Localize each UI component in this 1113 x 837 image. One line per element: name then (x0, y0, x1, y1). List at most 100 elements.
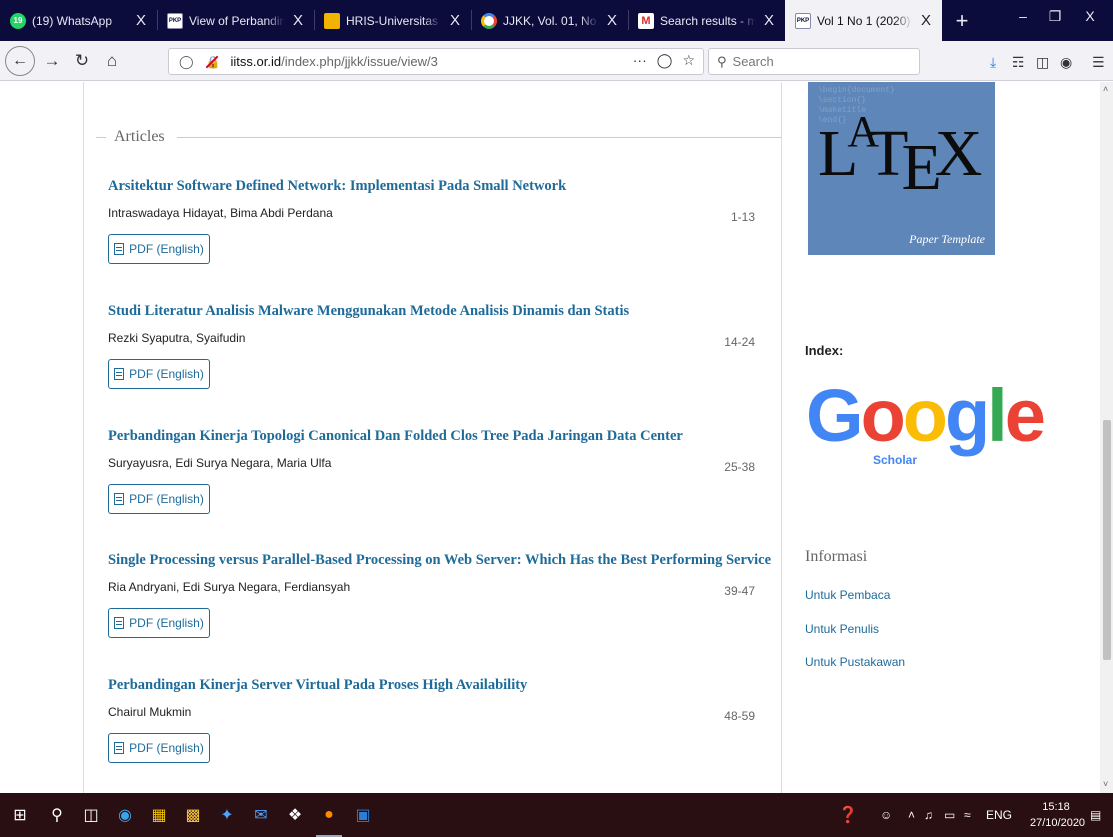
menu-icon[interactable]: ☰ (1092, 54, 1105, 71)
word-icon[interactable]: ▣ (346, 793, 380, 837)
tab-title: (19) WhatsApp (32, 13, 113, 28)
bolt-app-icon[interactable]: ✦ (210, 793, 244, 837)
article-authors: Ria Andryani, Edi Surya Negara, Ferdians… (108, 580, 351, 594)
tab-hris[interactable]: HRIS-Universitas Bina Darma X (314, 0, 471, 41)
close-icon[interactable]: X (760, 12, 778, 29)
scholar-label: Scholar (873, 453, 918, 467)
tab-title: Vol 1 No 1 (2020): Jurnal Jaringan (817, 13, 913, 28)
home-icon[interactable]: ⌂ (97, 46, 127, 76)
article-item: Perbandingan Kinerja Server Virtual Pada… (108, 677, 768, 763)
tab-view-of-perbandingan[interactable]: PKP View of Perbandingan Kinerja X (157, 0, 314, 41)
link-untuk-penulis[interactable]: Untuk Penulis (805, 622, 879, 636)
tab-vol1-jurnal[interactable]: PKP Vol 1 No 1 (2020): Jurnal Jaringan X (785, 0, 942, 41)
article-title-link[interactable]: Perbandingan Kinerja Topologi Canonical … (108, 428, 768, 445)
article-pages: 25-38 (724, 460, 755, 474)
account-icon[interactable]: ◉ (1060, 54, 1072, 71)
pdf-english-button[interactable]: PDF (English) (108, 608, 210, 638)
language-indicator[interactable]: ENG (986, 793, 1012, 837)
tab-jjkk[interactable]: JJKK, Vol. 01, No. 01, Februari X (471, 0, 628, 41)
page-scrollbar[interactable]: ˄ ˅ (1100, 82, 1113, 793)
link-untuk-pembaca[interactable]: Untuk Pembaca (805, 588, 890, 602)
article-pages: 48-59 (724, 709, 755, 723)
browser-tab-strip: 19 (19) WhatsApp X PKP View of Perbandin… (0, 0, 1113, 41)
section-label: Articles (114, 128, 165, 145)
page-actions-icon[interactable]: ··· (633, 52, 647, 69)
notification-icon[interactable]: ▤ (1090, 793, 1101, 837)
article-title-link[interactable]: Perbandingan Kinerja Server Virtual Pada… (108, 677, 768, 694)
wifi-icon[interactable]: ≈ (964, 793, 971, 837)
pdf-document-icon (114, 617, 125, 629)
article-pages: 1-13 (730, 210, 755, 224)
people-icon[interactable]: ☺ (880, 793, 892, 837)
article-title-link[interactable]: Studi Literatur Analisis Malware Menggun… (108, 303, 768, 320)
address-bar[interactable]: ◯ 🔒 iitss.or.id/index.php/jjkk/issue/vie… (168, 48, 704, 75)
tracking-shield-icon[interactable]: ◯ (179, 54, 194, 70)
system-clock[interactable]: 15:18 27/10/2020 (1030, 799, 1086, 831)
article-authors: Chairul Mukmin (108, 705, 192, 719)
google-icon (481, 12, 497, 29)
scroll-up-icon[interactable]: ˄ (1103, 84, 1108, 94)
close-icon[interactable]: X (446, 12, 464, 29)
gmail-icon: M (638, 12, 654, 29)
tab-title: View of Perbandingan Kinerja (189, 13, 285, 28)
close-icon[interactable]: X (917, 12, 935, 29)
pdf-document-icon (114, 368, 125, 380)
search-input[interactable]: ⚲ Search (708, 48, 920, 75)
new-tab-button[interactable]: + (942, 0, 982, 41)
pkp-icon: PKP (795, 12, 811, 29)
window-close-button[interactable]: X (1067, 0, 1113, 32)
article-authors: Intraswadaya Hidayat, Bima Abdi Perdana (108, 206, 333, 220)
tab-title: JJKK, Vol. 01, No. 01, Februari (503, 13, 599, 28)
insecure-lock-icon[interactable]: 🔒 (206, 55, 221, 69)
file-explorer-icon[interactable]: ▩ (176, 793, 210, 837)
store-icon[interactable]: ▦ (142, 793, 176, 837)
article-item: Perbandingan Kinerja Topologi Canonical … (108, 428, 768, 514)
battery-icon[interactable]: ▭ (944, 793, 955, 837)
link-untuk-pustakawan[interactable]: Untuk Pustakawan (805, 655, 905, 669)
index-heading: Index: (805, 343, 844, 358)
reload-icon[interactable]: ↻ (67, 46, 97, 76)
sidebar-icon[interactable]: ◫ (1036, 54, 1049, 71)
article-title-link[interactable]: Single Processing versus Parallel-Based … (108, 552, 771, 569)
close-icon[interactable]: X (132, 12, 150, 29)
firefox-icon[interactable]: ● (312, 793, 346, 837)
tray-overflow-icon[interactable]: ˄ (908, 793, 915, 837)
close-icon[interactable]: X (289, 12, 307, 29)
url-path: /index.php/jjkk/issue/view/3 (281, 54, 438, 69)
pdf-english-button[interactable]: PDF (English) (108, 484, 210, 514)
scrollbar-thumb[interactable] (1103, 420, 1111, 660)
search-placeholder: Search (732, 54, 774, 69)
pocket-icon[interactable]: ◯ (657, 52, 673, 69)
tab-title: Search results - maria.ulfa (660, 13, 756, 28)
search-icon[interactable]: ⚲ (40, 793, 74, 837)
help-icon[interactable]: ❓ (838, 793, 858, 837)
bookmark-star-icon[interactable]: ☆ (682, 52, 695, 69)
article-title-link[interactable]: Arsitektur Software Defined Network: Imp… (108, 178, 768, 195)
tab-whatsapp[interactable]: 19 (19) WhatsApp X (0, 0, 157, 41)
tab-search-results[interactable]: M Search results - maria.ulfa X (628, 0, 785, 41)
mail-icon[interactable]: ✉ (244, 793, 278, 837)
pkp-icon: PKP (167, 12, 183, 29)
volume-icon[interactable]: ♫ (924, 793, 933, 837)
url-host: iitss.or.id (230, 54, 282, 69)
close-icon[interactable]: X (603, 12, 621, 29)
search-icon: ⚲ (717, 53, 727, 69)
column-divider (83, 82, 84, 793)
scroll-down-icon[interactable]: ˅ (1103, 779, 1108, 789)
windows-start-icon[interactable]: ⊞ (0, 793, 40, 837)
google-scholar-logo[interactable]: Google Scholar (806, 376, 1046, 486)
back-arrow-icon[interactable]: ← (5, 45, 35, 76)
dropbox-icon[interactable]: ❖ (278, 793, 312, 837)
pdf-english-button[interactable]: PDF (English) (108, 234, 210, 264)
forward-arrow-icon[interactable]: → (37, 46, 67, 76)
task-view-icon[interactable]: ◫ (74, 793, 108, 837)
clock-date: 27/10/2020 (1030, 817, 1086, 829)
article-pages: 14-24 (724, 335, 755, 349)
pdf-english-button[interactable]: PDF (English) (108, 359, 210, 389)
library-icon[interactable]: ☶ (1012, 54, 1025, 71)
download-icon[interactable]: ⤓ (990, 54, 996, 71)
tab-title: HRIS-Universitas Bina Darma (346, 13, 442, 28)
latex-template-banner[interactable]: \begin{document} \section{} \maketitle \end… (808, 82, 995, 255)
pdf-english-button[interactable]: PDF (English) (108, 733, 210, 763)
edge-icon[interactable]: ◉ (108, 793, 142, 837)
